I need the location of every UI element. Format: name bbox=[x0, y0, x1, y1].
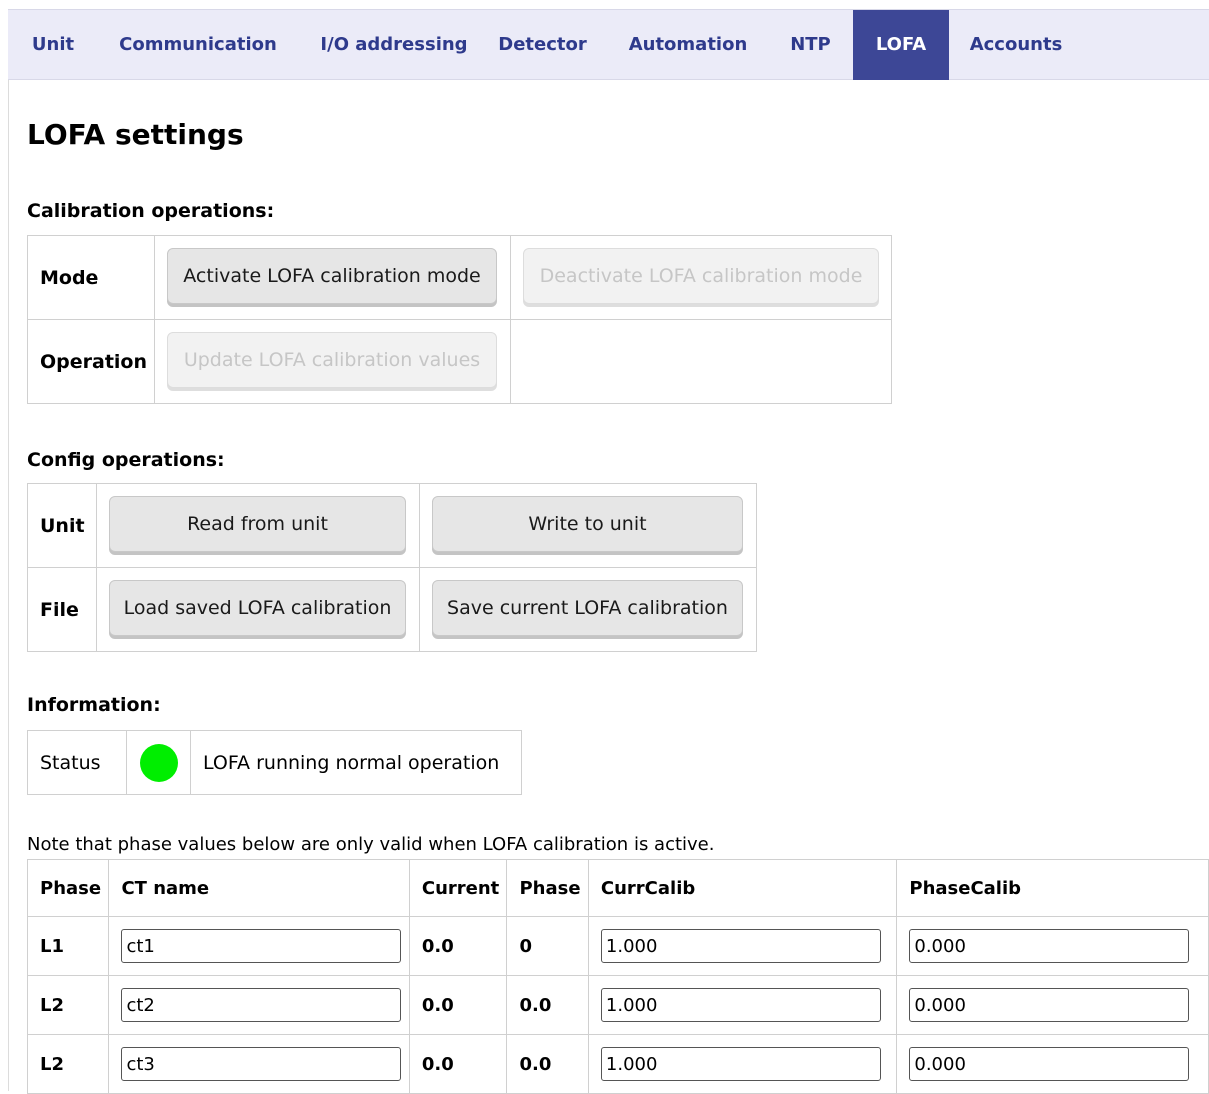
top-navigation: Unit Communication I/O addressing Detect… bbox=[8, 9, 1209, 80]
load-calibration-button[interactable]: Load saved LOFA calibration bbox=[109, 580, 406, 636]
table-row: L2 0.0 0.0 bbox=[26, 975, 1209, 1035]
tab-ntp[interactable]: NTP bbox=[768, 10, 853, 80]
config-heading: Config operations: bbox=[27, 449, 225, 471]
file-label: File bbox=[27, 567, 97, 652]
row-phase: L2 bbox=[26, 1034, 110, 1094]
operation-label: Operation bbox=[27, 319, 155, 404]
ct-name-input[interactable] bbox=[121, 988, 402, 1022]
header-ct-name: CT name bbox=[108, 859, 410, 917]
calibration-heading: Calibration operations: bbox=[27, 200, 275, 222]
unit-label: Unit bbox=[27, 483, 97, 568]
write-to-unit-button[interactable]: Write to unit bbox=[432, 496, 743, 552]
curr-calib-input[interactable] bbox=[600, 929, 881, 963]
tab-io-addressing[interactable]: I/O addressing bbox=[298, 10, 490, 80]
calibration-table: Mode Activate LOFA calibration mode Deac… bbox=[27, 235, 892, 404]
mode-label: Mode bbox=[27, 235, 155, 320]
read-from-unit-button[interactable]: Read from unit bbox=[109, 496, 406, 552]
update-calibration-button[interactable]: Update LOFA calibration values bbox=[167, 332, 497, 388]
header-current: Current bbox=[408, 859, 508, 917]
deactivate-calibration-button[interactable]: Deactivate LOFA calibration mode bbox=[523, 248, 879, 304]
information-heading: Information: bbox=[27, 694, 161, 716]
status-indicator-icon bbox=[139, 743, 178, 782]
row-phase-value: 0 bbox=[506, 916, 589, 976]
table-row: L2 0.0 0.0 bbox=[26, 1034, 1209, 1094]
tab-lofa[interactable]: LOFA bbox=[853, 10, 949, 80]
row-phase-value: 0.0 bbox=[506, 1034, 589, 1094]
row-phase: L1 bbox=[26, 916, 110, 976]
save-calibration-button[interactable]: Save current LOFA calibration bbox=[432, 580, 743, 636]
tab-detector[interactable]: Detector bbox=[490, 10, 595, 80]
row-current: 0.0 bbox=[408, 1034, 508, 1094]
header-phase-value: Phase bbox=[506, 859, 589, 917]
tab-unit[interactable]: Unit bbox=[8, 10, 98, 80]
empty-cell bbox=[510, 319, 892, 404]
row-phase-value: 0.0 bbox=[506, 975, 589, 1035]
tab-communication[interactable]: Communication bbox=[98, 10, 298, 80]
row-current: 0.0 bbox=[408, 975, 508, 1035]
row-phase: L2 bbox=[26, 975, 110, 1035]
config-table: Unit Read from unit Write to unit File L… bbox=[27, 483, 757, 652]
ct-name-input[interactable] bbox=[121, 929, 402, 963]
page-title: LOFA settings bbox=[27, 118, 244, 151]
header-curr-calib: CurrCalib bbox=[587, 859, 898, 917]
table-row: L1 0.0 0 bbox=[26, 916, 1209, 976]
curr-calib-input[interactable] bbox=[600, 1047, 881, 1081]
ct-name-input[interactable] bbox=[121, 1047, 402, 1081]
phase-calib-input[interactable] bbox=[909, 929, 1190, 963]
row-current: 0.0 bbox=[408, 916, 508, 976]
tab-accounts[interactable]: Accounts bbox=[949, 10, 1083, 80]
header-phase: Phase bbox=[26, 859, 110, 917]
header-phase-calib: PhaseCalib bbox=[896, 859, 1209, 917]
status-text: LOFA running normal operation bbox=[190, 730, 522, 795]
tab-automation[interactable]: Automation bbox=[608, 10, 768, 80]
phase-calib-input[interactable] bbox=[909, 1047, 1190, 1081]
information-table: Status LOFA running normal operation bbox=[27, 730, 522, 795]
status-label: Status bbox=[27, 730, 127, 795]
phase-calib-input[interactable] bbox=[909, 988, 1190, 1022]
activate-calibration-button[interactable]: Activate LOFA calibration mode bbox=[167, 248, 497, 304]
phase-table: Phase CT name Current Phase CurrCalib Ph… bbox=[26, 859, 1209, 1094]
curr-calib-input[interactable] bbox=[600, 988, 881, 1022]
phase-note: Note that phase values below are only va… bbox=[27, 834, 715, 855]
